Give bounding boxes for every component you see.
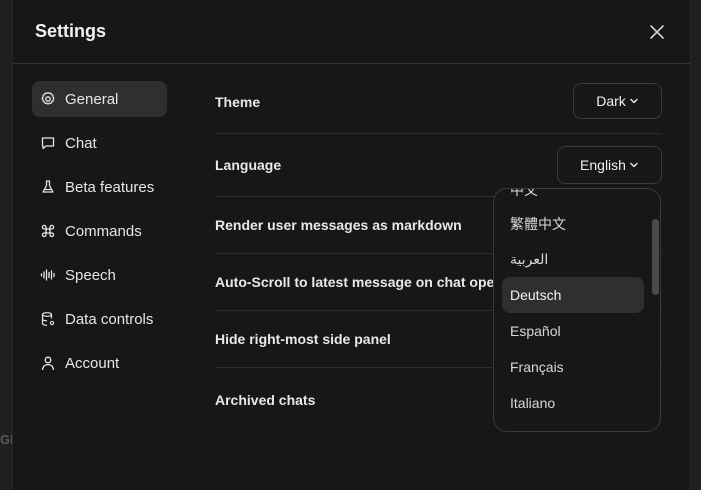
gear-icon — [40, 91, 56, 107]
language-dropdown-menu[interactable]: 中文 繁體中文 العربية Deutsch Español Français… — [493, 188, 661, 432]
sidebar-item-speech[interactable]: Speech — [32, 257, 167, 293]
chat-bubble-icon — [40, 135, 56, 151]
sidebar-item-data-controls[interactable]: Data controls — [32, 301, 167, 337]
language-option[interactable]: العربية — [502, 241, 644, 277]
language-label: Language — [215, 157, 282, 173]
theme-value: Dark — [596, 93, 626, 109]
sidebar-item-label: Beta features — [65, 178, 155, 196]
chevron-down-icon — [630, 98, 638, 104]
language-menu-scrollbar[interactable] — [652, 219, 660, 299]
render-markdown-label: Render user messages as markdown — [215, 217, 462, 233]
theme-select[interactable]: Dark — [573, 83, 662, 119]
sidebar-item-label: Chat — [65, 134, 97, 152]
language-option[interactable]: 中文 — [502, 189, 644, 208]
theme-label: Theme — [215, 94, 261, 110]
hide-panel-label: Hide right-most side panel — [215, 331, 391, 347]
sidebar-item-beta-features[interactable]: Beta features — [32, 169, 167, 205]
language-value: English — [580, 157, 626, 173]
sidebar-item-general[interactable]: General — [32, 81, 167, 117]
language-option[interactable]: Italiano — [502, 385, 644, 421]
scrollbar-thumb[interactable] — [652, 219, 659, 295]
sidebar-item-chat[interactable]: Chat — [32, 125, 167, 161]
language-option[interactable]: Français — [502, 349, 644, 385]
command-icon — [40, 223, 56, 239]
auto-scroll-label: Auto-Scroll to latest message on chat op… — [215, 274, 503, 290]
sidebar-item-label: Data controls — [65, 310, 154, 328]
sidebar-item-label: General — [65, 90, 119, 108]
sidebar-item-account[interactable]: Account — [32, 345, 167, 381]
user-icon — [40, 355, 56, 371]
sidebar-item-label: Account — [65, 354, 120, 372]
language-option-highlighted[interactable]: Deutsch — [502, 277, 644, 313]
settings-sidebar: General Chat Beta features Commands Spee… — [32, 81, 167, 389]
modal-header: Settings — [13, 0, 690, 64]
language-option[interactable]: Español — [502, 313, 644, 349]
chevron-down-icon — [630, 162, 638, 168]
modal-title: Settings — [35, 21, 107, 41]
flask-icon — [40, 179, 56, 195]
archived-chats-label: Archived chats — [215, 392, 316, 408]
database-icon — [40, 311, 56, 327]
backdrop-text: Gl — [0, 432, 12, 447]
sidebar-item-label: Commands — [65, 222, 142, 240]
sidebar-item-label: Speech — [65, 266, 116, 284]
sidebar-item-commands[interactable]: Commands — [32, 213, 167, 249]
waveform-icon — [40, 267, 56, 283]
theme-row: Theme Dark — [215, 71, 662, 134]
language-select[interactable]: English — [557, 146, 662, 184]
language-option[interactable]: 繁體中文 — [502, 206, 644, 242]
close-icon — [650, 25, 664, 39]
close-button[interactable] — [646, 21, 668, 43]
